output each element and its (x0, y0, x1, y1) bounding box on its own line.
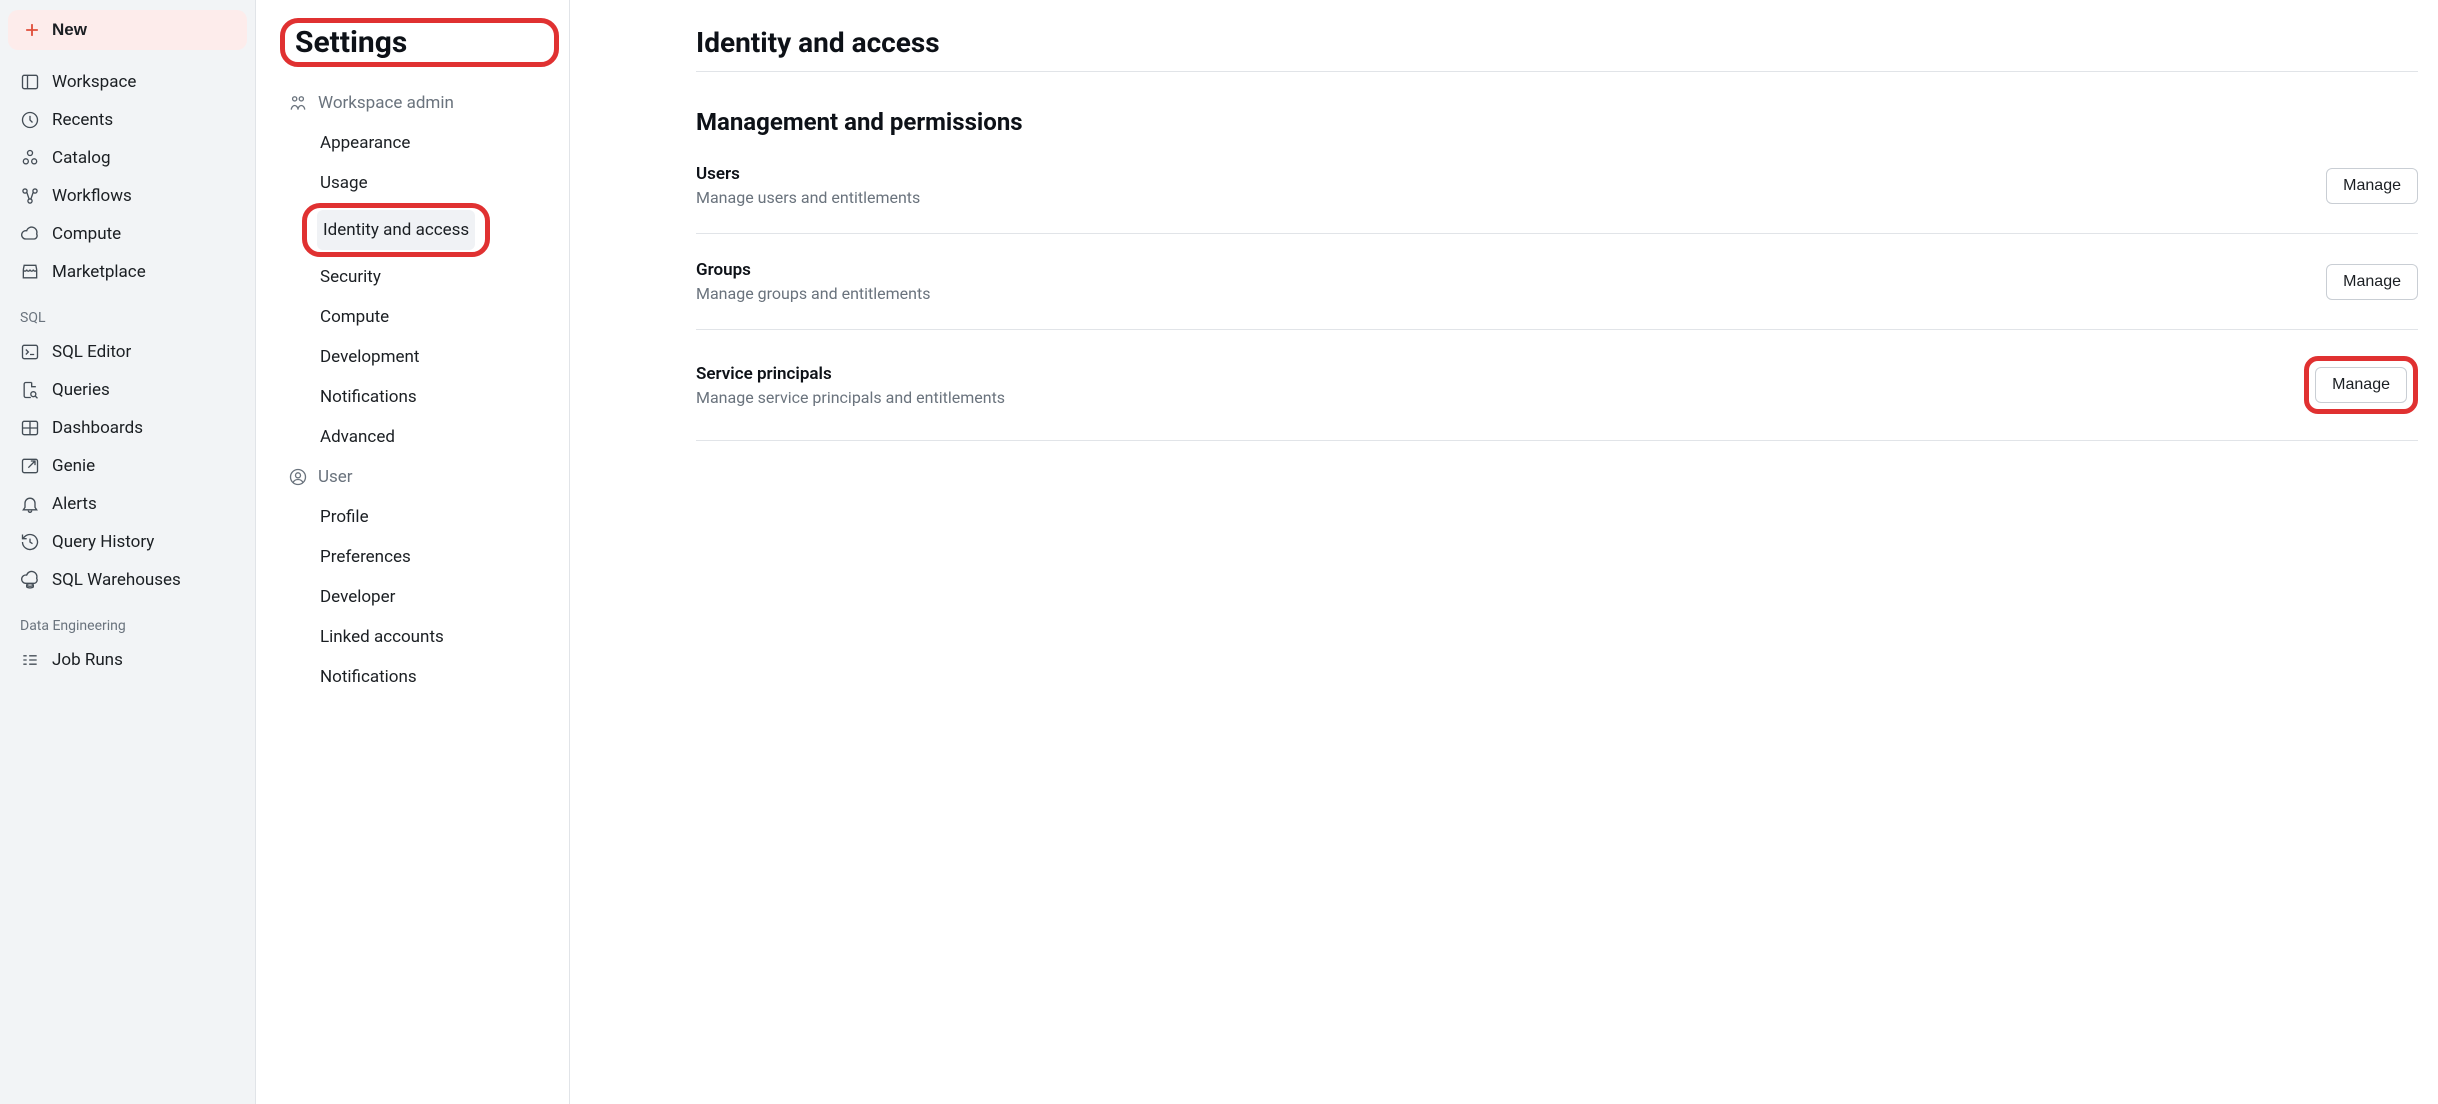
manage-service-principals-button[interactable]: Manage (2315, 367, 2407, 403)
arrow-out-icon (20, 456, 40, 476)
terminal-icon (20, 342, 40, 362)
manage-groups-button[interactable]: Manage (2326, 264, 2418, 300)
nav-item-sql-warehouses[interactable]: SQL Warehouses (8, 562, 247, 598)
stack-icon (20, 148, 40, 168)
settings-item-profile[interactable]: Profile (280, 497, 559, 537)
settings-nav: Settings Workspace admin Appearance Usag… (256, 0, 570, 1104)
settings-item-advanced[interactable]: Advanced (280, 417, 559, 457)
nav-item-label: Catalog (52, 148, 111, 168)
settings-group-label: Workspace admin (318, 93, 454, 113)
nav-item-workspace[interactable]: Workspace (8, 64, 247, 100)
nav-item-label: Workspace (52, 72, 136, 92)
nav-item-label: SQL Warehouses (52, 570, 181, 590)
page-title: Identity and access (696, 26, 2418, 59)
history-icon (20, 532, 40, 552)
row-service-principals: Service principals Manage service princi… (696, 356, 2418, 441)
clock-icon (20, 110, 40, 130)
nav-item-sql-editor[interactable]: SQL Editor (8, 334, 247, 370)
content: Identity and access Management and permi… (570, 0, 2438, 1104)
nav-item-label: Job Runs (52, 650, 123, 670)
grid-icon (20, 418, 40, 438)
settings-item-notifications-user[interactable]: Notifications (280, 657, 559, 697)
row-title-groups: Groups (696, 260, 930, 280)
settings-item-linked-accounts[interactable]: Linked accounts (280, 617, 559, 657)
nav-item-recents[interactable]: Recents (8, 102, 247, 138)
row-desc-users: Manage users and entitlements (696, 188, 920, 207)
nav-item-workflows[interactable]: Workflows (8, 178, 247, 214)
new-button[interactable]: New (8, 10, 247, 50)
new-button-label: New (52, 20, 87, 40)
workflow-icon (20, 186, 40, 206)
divider (696, 71, 2418, 72)
section-title: Management and permissions (696, 108, 2418, 136)
nav-section-sql: SQL (8, 292, 247, 332)
row-desc-sp: Manage service principals and entitlemen… (696, 388, 1005, 407)
settings-item-notifications-ws[interactable]: Notifications (280, 377, 559, 417)
nav-item-label: Workflows (52, 186, 132, 206)
settings-item-usage[interactable]: Usage (280, 163, 559, 203)
nav-item-label: Recents (52, 110, 113, 130)
nav-item-genie[interactable]: Genie (8, 448, 247, 484)
nav-item-queries[interactable]: Queries (8, 372, 247, 408)
plus-icon (22, 20, 42, 40)
nav-item-label: SQL Editor (52, 342, 131, 362)
settings-group-label: User (318, 467, 353, 487)
list-icon (20, 650, 40, 670)
nav-item-label: Genie (52, 456, 95, 476)
nav-item-label: Marketplace (52, 262, 146, 282)
bell-icon (20, 494, 40, 514)
manage-sp-highlight: Manage (2304, 356, 2418, 414)
nav-item-dashboards[interactable]: Dashboards (8, 410, 247, 446)
nav-item-compute[interactable]: Compute (8, 216, 247, 252)
row-desc-groups: Manage groups and entitlements (696, 284, 930, 303)
nav-section-de: Data Engineering (8, 600, 247, 640)
settings-item-development[interactable]: Development (280, 337, 559, 377)
admin-icon (288, 93, 308, 113)
settings-item-identity-highlight: Identity and access (302, 203, 490, 257)
settings-item-identity-access[interactable]: Identity and access (317, 210, 475, 250)
settings-item-preferences[interactable]: Preferences (280, 537, 559, 577)
file-search-icon (20, 380, 40, 400)
row-users: Users Manage users and entitlements Mana… (696, 164, 2418, 234)
row-title-sp: Service principals (696, 364, 1005, 384)
settings-title-highlight: Settings (280, 18, 559, 67)
cloud-db-icon (20, 570, 40, 590)
nav-item-label: Alerts (52, 494, 97, 514)
settings-item-appearance[interactable]: Appearance (280, 123, 559, 163)
user-icon (288, 467, 308, 487)
main-nav: New Workspace Recents Catalog Workflows … (0, 0, 256, 1104)
settings-group-user: User (280, 457, 559, 497)
nav-item-query-history[interactable]: Query History (8, 524, 247, 560)
nav-item-label: Query History (52, 532, 154, 552)
sidebar-layout-icon (20, 72, 40, 92)
settings-title: Settings (295, 25, 407, 60)
settings-item-security[interactable]: Security (280, 257, 559, 297)
nav-item-label: Queries (52, 380, 110, 400)
nav-item-label: Compute (52, 224, 121, 244)
row-title-users: Users (696, 164, 920, 184)
store-icon (20, 262, 40, 282)
cloud-icon (20, 224, 40, 244)
nav-item-catalog[interactable]: Catalog (8, 140, 247, 176)
manage-users-button[interactable]: Manage (2326, 168, 2418, 204)
row-groups: Groups Manage groups and entitlements Ma… (696, 260, 2418, 330)
nav-item-job-runs[interactable]: Job Runs (8, 642, 247, 678)
settings-group-workspace-admin: Workspace admin (280, 83, 559, 123)
nav-item-alerts[interactable]: Alerts (8, 486, 247, 522)
settings-item-developer[interactable]: Developer (280, 577, 559, 617)
nav-item-marketplace[interactable]: Marketplace (8, 254, 247, 290)
nav-item-label: Dashboards (52, 418, 143, 438)
settings-item-compute[interactable]: Compute (280, 297, 559, 337)
